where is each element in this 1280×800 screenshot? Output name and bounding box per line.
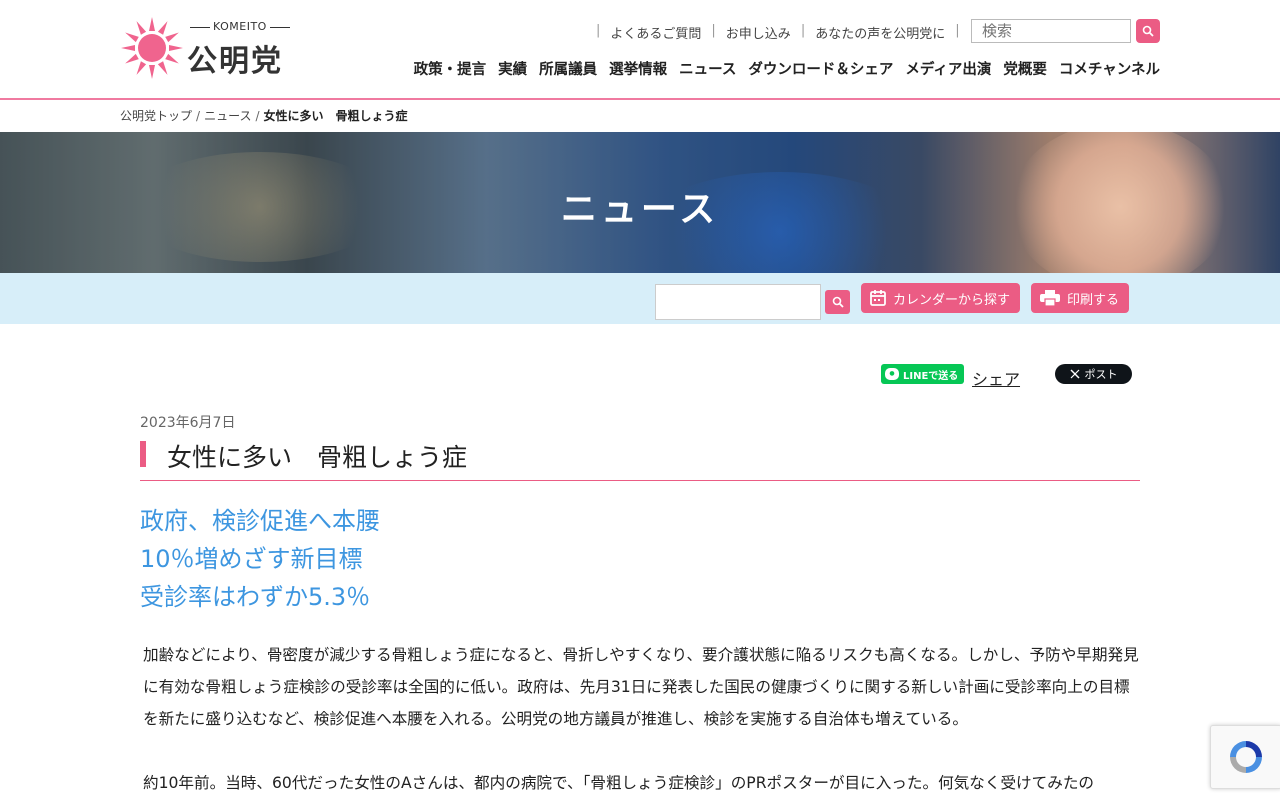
line-share-label: LINEで送る [903, 370, 959, 382]
nav-members[interactable]: 所属議員 [539, 58, 597, 79]
x-post-label: ポスト [1084, 368, 1118, 381]
calendar-label: カレンダーから探す [893, 292, 1011, 308]
recaptcha-icon [1230, 741, 1262, 773]
logo-text-en: KOMEITO [187, 20, 293, 33]
breadcrumb-news-link[interactable]: ニュース [204, 109, 251, 123]
nav-download[interactable]: ダウンロード＆シェア [748, 58, 893, 79]
site-search-button[interactable] [1136, 19, 1160, 43]
voice-link[interactable]: あなたの声を公明党に [815, 23, 945, 42]
news-toolbar: カレンダーから探す 印刷する [0, 273, 1280, 324]
main-nav: 政策・提言 実績 所属議員 選挙情報 ニュース ダウンロード＆シェア メディア出… [402, 58, 1160, 79]
news-search-input[interactable] [655, 284, 821, 320]
news-search-button[interactable] [825, 290, 850, 314]
article-title: 女性に多い 骨粗しょう症 [167, 443, 468, 472]
search-icon [832, 296, 844, 308]
line-share-button[interactable]: ● LINEで送る [881, 364, 965, 384]
faq-link[interactable]: よくあるご質問 [610, 23, 701, 42]
nav-about[interactable]: 党概要 [1003, 58, 1047, 79]
x-post-button[interactable]: ポスト [1055, 364, 1132, 384]
hero-title: ニュース [560, 189, 720, 230]
apply-link[interactable]: お申し込み [726, 23, 791, 42]
print-button[interactable]: 印刷する [1031, 283, 1130, 313]
calendar-icon [870, 290, 886, 306]
divider: | [800, 23, 806, 38]
line-logo-icon: ● [885, 368, 899, 380]
sun-logo-icon [121, 17, 183, 79]
divider: | [596, 23, 601, 38]
nav-achievements[interactable]: 実績 [498, 58, 527, 79]
breadcrumb-top-link[interactable]: 公明党トップ [120, 109, 192, 123]
calendar-search-button[interactable]: カレンダーから探す [861, 283, 1021, 313]
site-header: KOMEITO 公明党 | よくあるご質問 | お申し込み | あなたの声を公明… [0, 0, 1280, 100]
nav-elections[interactable]: 選挙情報 [609, 58, 667, 79]
recaptcha-badge[interactable] [1210, 725, 1280, 789]
article-title-block: 女性に多い 骨粗しょう症 [140, 440, 1140, 481]
article-paragraph: 約10年前。当時、60代だった女性のAさんは、都内の病院で、「骨粗しょう症検診」… [143, 774, 1095, 792]
nav-media[interactable]: メディア出演 [905, 58, 991, 79]
komeito-logo[interactable]: KOMEITO 公明党 [119, 14, 309, 80]
article-subheads: 政府、検診促進へ本腰 10％増めざす新目標 受診率はわずか5.3％ [140, 502, 380, 616]
article-date: 2023年6月7日 [140, 415, 236, 431]
facebook-share-link[interactable]: シェア [972, 366, 1020, 390]
nav-news[interactable]: ニュース [679, 58, 736, 79]
article-paragraph: 加齢などにより、骨密度が減少する骨粗しょう症になると、骨折しやすくなり、要介護状… [143, 646, 1139, 728]
x-logo-icon [1069, 369, 1080, 379]
print-label: 印刷する [1067, 292, 1120, 308]
subhead: 10％増めざす新目標 [140, 545, 363, 573]
hero-banner: ニュース [0, 132, 1280, 273]
divider: | [955, 23, 960, 38]
utility-links: | よくあるご質問 | お申し込み | あなたの声を公明党に | [586, 23, 970, 42]
subhead: 政府、検診促進へ本腰 [140, 507, 380, 535]
site-search-input[interactable] [971, 19, 1131, 43]
subhead: 受診率はわずか5.3％ [140, 583, 371, 611]
breadcrumb-current: 女性に多い 骨粗しょう症 [263, 109, 408, 123]
nav-policy[interactable]: 政策・提言 [414, 58, 487, 79]
nav-channel[interactable]: コメチャンネル [1059, 58, 1160, 79]
search-icon [1142, 25, 1154, 37]
breadcrumb: 公明党トップ / ニュース / 女性に多い 骨粗しょう症 [120, 109, 408, 123]
divider: | [711, 23, 716, 38]
logo-text-jp: 公明党 [187, 44, 283, 79]
printer-icon [1040, 290, 1060, 307]
title-accent-bar [140, 441, 146, 467]
